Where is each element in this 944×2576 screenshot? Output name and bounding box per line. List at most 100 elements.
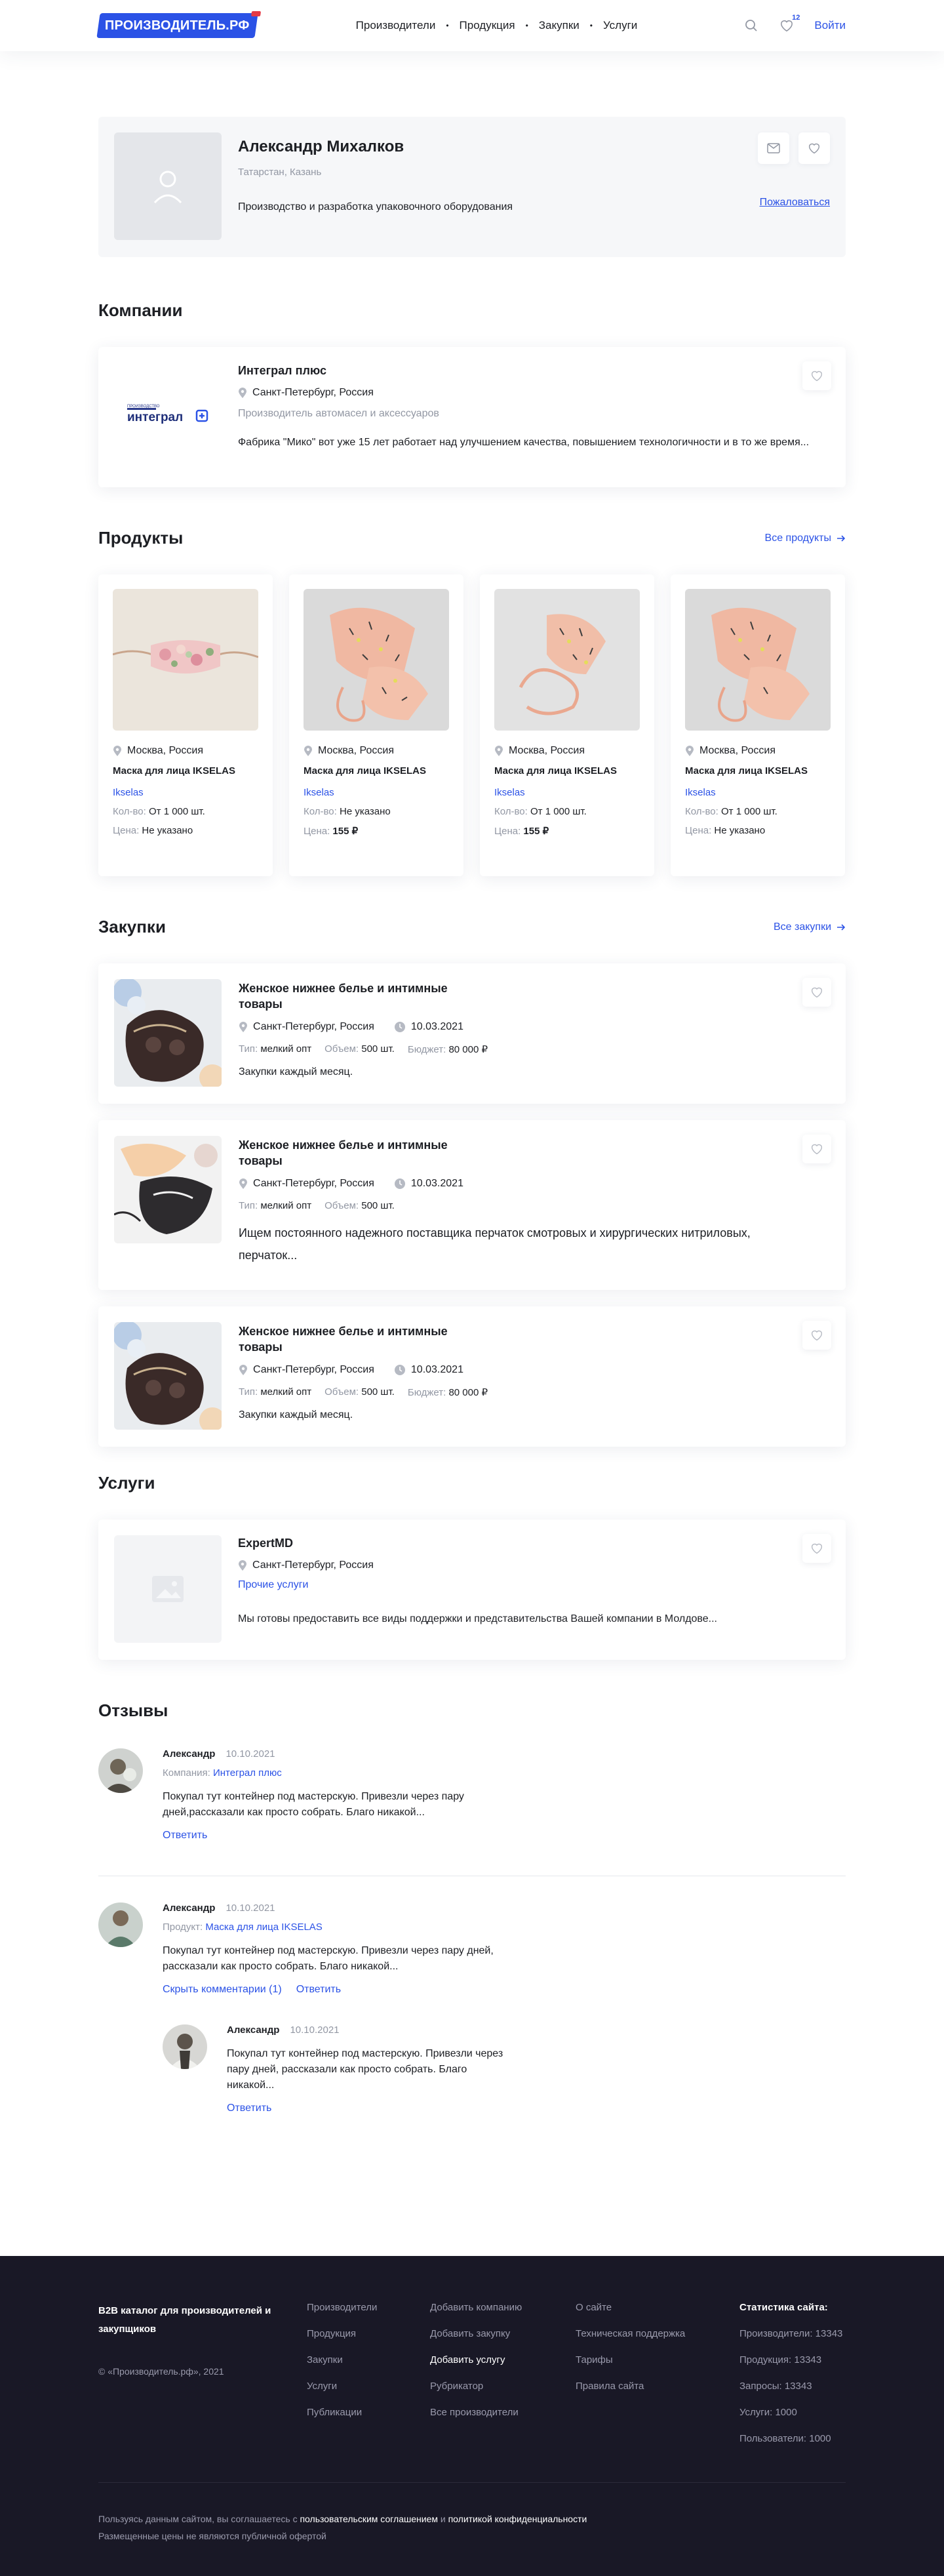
product-brand[interactable]: Ikselas [494,787,640,798]
company-card[interactable]: ПРОИЗВОДСТВО интеграл Интеграл плюс Санк… [98,347,846,487]
heart-icon [811,371,823,382]
review-ref-link[interactable]: Маска для лица IKSELAS [205,1922,322,1933]
purchase-date: 10.03.2021 [410,1178,463,1189]
avatar-placeholder [114,132,222,240]
product-card[interactable]: Москва, Россия Маска для лица IKSELAS Ik… [289,574,463,876]
hide-comments-link[interactable]: Скрыть комментарии (1) [163,1984,282,1996]
user-agreement-link[interactable]: пользовательским соглашением [300,2514,438,2524]
purchase-card[interactable]: Женское нижнее белье и интимные товары С… [98,1120,846,1290]
company-favorite-button[interactable] [802,361,831,390]
review-ref-link[interactable]: Интеграл плюс [213,1767,282,1779]
avatar [163,2024,207,2069]
type-label: Тип: [239,1386,258,1398]
company-name[interactable]: Интеграл плюс [238,364,815,378]
nav-products[interactable]: Продукция [460,19,515,32]
reply-link[interactable]: Ответить [296,1984,341,1996]
footer-link[interactable]: Добавить закупку [430,2328,576,2339]
footer-link[interactable]: Добавить компанию [430,2302,576,2313]
location-pin-icon [239,1022,247,1032]
review-author: Александр [163,1902,216,1914]
footer-link[interactable]: Услуги [307,2381,430,2392]
purchase-type: мелкий опт [260,1043,312,1055]
product-card[interactable]: Москва, Россия Маска для лица IKSELAS Ik… [98,574,273,876]
complain-link[interactable]: Пожаловаться [760,197,830,209]
review-reply: Александр 10.10.2021 Покупал тут контейне… [163,2024,509,2114]
footer-link[interactable]: Публикации [307,2407,430,2418]
product-price: 155 ₽ [523,826,549,837]
all-products-link[interactable]: Все продукты [765,533,846,544]
purchase-budget: 80 000 ₽ [448,1387,488,1398]
footer-link[interactable]: О сайте [576,2302,739,2313]
review-ref-label: Продукт: [163,1922,203,1933]
product-qty: От 1 000 шт. [148,806,205,817]
location-pin-icon [239,1560,246,1571]
review-ref-label: Компания: [163,1767,210,1779]
footer-link[interactable]: Тарифы [576,2354,739,2365]
product-brand[interactable]: Ikselas [685,787,831,798]
reply-link[interactable]: Ответить [227,2103,271,2114]
footer-link[interactable]: Добавить услугу [430,2354,576,2365]
purchase-name[interactable]: Женское нижнее белье и интимные товары [239,1323,462,1355]
nav-services[interactable]: Услуги [603,19,637,32]
purchase-card[interactable]: Женское нижнее белье и интимные товары С… [98,963,846,1104]
product-name[interactable]: Маска для лица IKSELAS [304,765,449,778]
service-category[interactable]: Прочие услуги [238,1579,815,1591]
nav-separator: • [446,21,449,30]
product-card[interactable]: Москва, Россия Маска для лица IKSELAS Ik… [480,574,654,876]
purchases-title: Закупки [98,917,166,936]
clock-icon [394,1022,405,1032]
favorite-button[interactable] [798,132,830,164]
privacy-policy-link[interactable]: политикой конфиденциальности [448,2514,587,2524]
purchase-name[interactable]: Женское нижнее белье и интимные товары [239,1137,462,1169]
footer-link[interactable]: Производители [307,2302,430,2313]
product-brand[interactable]: Ikselas [304,787,449,798]
purchases-section: Закупки Все закупки Женское нижнее белье… [98,917,846,1447]
product-name[interactable]: Маска для лица IKSELAS [685,765,831,778]
footer-link[interactable]: Все производители [430,2407,576,2418]
search-icon[interactable] [743,18,759,33]
location-pin-icon [686,746,694,756]
nav-separator: • [589,21,593,30]
footer-link[interactable]: Техническая поддержка [576,2328,739,2339]
service-name[interactable]: ExpertMD [238,1537,815,1550]
mail-icon [767,143,780,153]
product-name[interactable]: Маска для лица IKSELAS [494,765,640,778]
all-purchases-link[interactable]: Все закупки [774,921,846,933]
footer-link[interactable]: Правила сайта [576,2381,739,2392]
purchase-image [114,1322,222,1430]
footer-link[interactable]: Рубрикатор [430,2381,576,2392]
purchase-volume: 500 шт. [361,1386,395,1398]
heart-icon [811,1330,823,1341]
service-favorite-button[interactable] [802,1534,831,1563]
company-category: Производитель автомасел и аксессуаров [238,408,439,419]
site-logo[interactable]: ПРОИЗВОДИТЕЛЬ.РФ [96,11,261,38]
footer-legal: Пользуясь данным сайтом, вы соглашаетесь… [98,2482,846,2545]
favorites-button[interactable]: 12 [779,14,800,33]
review-item: Александр 10.10.2021 Компания: Интеграл п… [98,1748,846,1841]
purchase-favorite-button[interactable] [802,978,831,1007]
purchase-favorite-button[interactable] [802,1135,831,1163]
footer-col-actions: Добавить компанию Добавить закупку Добав… [430,2302,576,2444]
footer-link[interactable]: Продукция [307,2328,430,2339]
login-link[interactable]: Войти [814,19,846,32]
service-card[interactable]: ExpertMD Санкт-Петербург, Россия Прочие … [98,1519,846,1660]
all-purchases-label: Все закупки [773,921,831,933]
all-products-label: Все продукты [764,532,831,544]
purchase-name[interactable]: Женское нижнее белье и интимные товары [239,980,462,1012]
purchase-location: Санкт-Петербург, Россия [253,1178,374,1189]
message-button[interactable] [758,132,789,164]
nav-producers[interactable]: Производители [356,19,436,32]
footer-link[interactable]: Закупки [307,2354,430,2365]
product-name[interactable]: Маска для лица IKSELAS [113,765,258,778]
purchase-description: Ищем постоянного надежного поставщика пе… [239,1226,751,1262]
svg-text:интеграл: интеграл [127,411,183,424]
nav-purchases[interactable]: Закупки [539,19,580,32]
purchase-favorite-button[interactable] [802,1321,831,1350]
footer-col-info: О сайте Техническая поддержка Тарифы Пра… [576,2302,739,2444]
product-brand[interactable]: Ikselas [113,787,258,798]
reply-link[interactable]: Ответить [163,1830,207,1841]
purchase-card[interactable]: Женское нижнее белье и интимные товары С… [98,1306,846,1447]
product-card[interactable]: Москва, Россия Маска для лица IKSELAS Ik… [671,574,845,876]
purchase-description: Закупки каждый месяц. [239,1409,353,1420]
reviews-title: Отзывы [98,1701,168,1720]
